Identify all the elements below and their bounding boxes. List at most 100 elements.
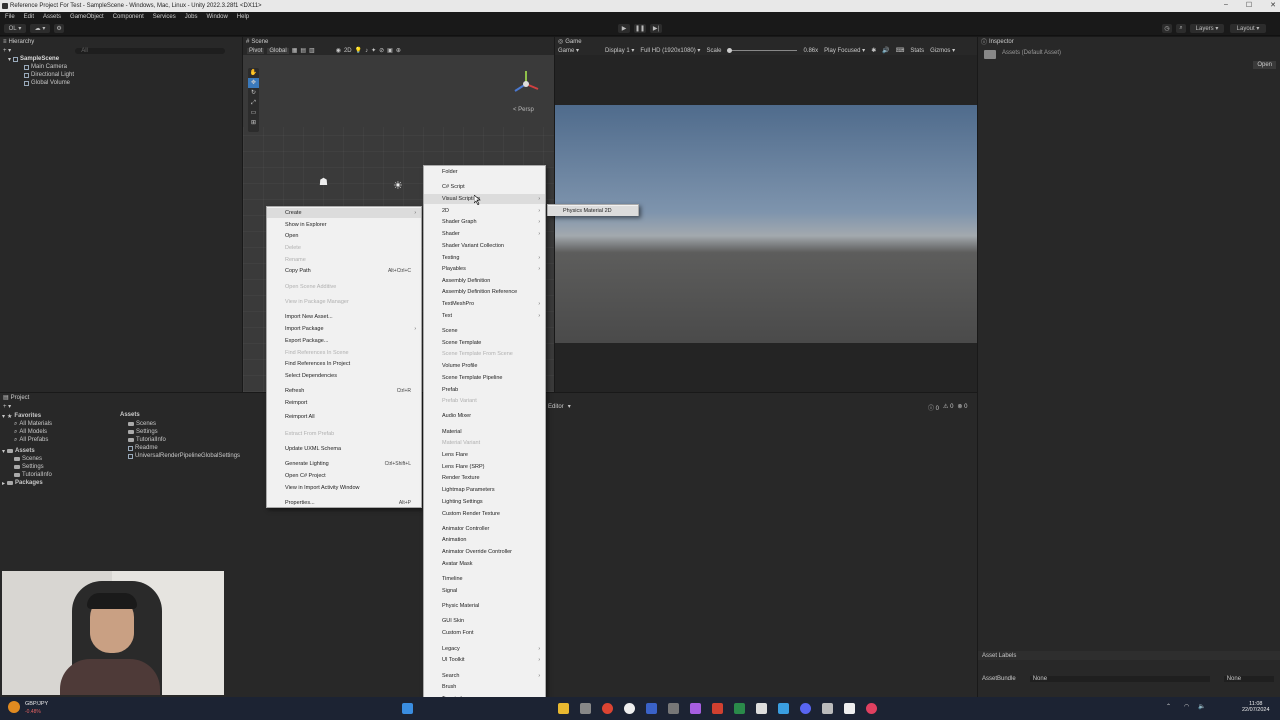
asset-list-item[interactable]: UniversalRenderPipelineGlobalSettings: [128, 452, 265, 460]
resolution-dropdown[interactable]: Full HD (1920x1080) ▾: [640, 47, 700, 54]
asset-labels-header[interactable]: Asset Labels: [978, 651, 1280, 660]
menu-item-open-c-project[interactable]: Open C# Project: [267, 471, 421, 481]
discord-icon[interactable]: [800, 703, 811, 714]
menu-item-text[interactable]: Text ›: [424, 311, 545, 321]
wifi-icon[interactable]: ◠: [1184, 703, 1189, 710]
menu-item-custom-font[interactable]: Custom Font: [424, 628, 545, 638]
packages-root[interactable]: ▸ Packages: [2, 479, 118, 487]
gizmos-dropdown[interactable]: Gizmos ▾: [930, 47, 955, 54]
menu-item-lens-flare-srp[interactable]: Lens Flare (SRP): [424, 462, 545, 472]
menu-item-2d[interactable]: 2D ›: [424, 206, 545, 216]
gizmos-icon[interactable]: ⊕: [396, 47, 401, 54]
menu-edit[interactable]: Edit: [24, 14, 34, 20]
light-gizmo-icon[interactable]: ☀: [393, 179, 403, 192]
asset-list-item[interactable]: TutorialInfo: [128, 436, 265, 444]
menu-item-reimport-all[interactable]: Reimport All: [267, 412, 421, 422]
app-icon[interactable]: [646, 703, 657, 714]
layout-dropdown[interactable]: Layout ▾: [1230, 24, 1266, 33]
menu-component[interactable]: Component: [113, 14, 144, 20]
github-icon[interactable]: [624, 703, 635, 714]
asset-bundle-dropdown[interactable]: None: [1029, 675, 1210, 682]
favorite-item[interactable]: ⌕ All Models: [14, 428, 118, 436]
scale-tool-icon[interactable]: ⤢: [248, 98, 259, 108]
tab-hierarchy[interactable]: ≡ Hierarchy: [0, 37, 242, 46]
favorites-header[interactable]: ▾ ★ Favorites: [2, 412, 118, 420]
app-icon[interactable]: [580, 703, 591, 714]
camera-icon[interactable]: ▣: [387, 47, 393, 54]
settings-icon[interactable]: ⚙: [54, 24, 64, 33]
info-count[interactable]: ⓘ 0: [928, 403, 939, 412]
start-icon[interactable]: [402, 703, 413, 714]
ticker-label[interactable]: GBP/JPY: [25, 701, 48, 707]
menu-item-scene-template[interactable]: Scene Template: [424, 338, 545, 348]
menu-item-scene-template-pipeline[interactable]: Scene Template Pipeline: [424, 373, 545, 383]
menu-jobs[interactable]: Jobs: [185, 14, 198, 20]
console-editor-dropdown[interactable]: Editor ▾: [548, 403, 571, 411]
menu-item-render-texture[interactable]: Render Texture: [424, 473, 545, 483]
menu-item-timeline[interactable]: Timeline: [424, 574, 545, 584]
menu-item-textmeshpro[interactable]: TextMeshPro ›: [424, 299, 545, 309]
clock[interactable]: 11:08 22/07/2024: [1242, 701, 1270, 713]
pivot-dropdown[interactable]: Pivot: [247, 47, 265, 54]
app-icon[interactable]: [690, 703, 701, 714]
app-icon[interactable]: [712, 703, 723, 714]
persp-label[interactable]: < Persp: [513, 107, 534, 113]
hierarchy-item[interactable]: Directional Light: [24, 71, 242, 79]
menu-item-prefab[interactable]: Prefab: [424, 385, 545, 395]
hidden-objects-icon[interactable]: ⊘: [379, 47, 384, 54]
asset-bundle-variant-dropdown[interactable]: None: [1223, 675, 1274, 682]
menu-item-export-package[interactable]: Export Package...: [267, 336, 421, 346]
scene-root[interactable]: ▾ SampleScene: [8, 55, 242, 63]
weather-icon[interactable]: [8, 701, 20, 713]
error-count[interactable]: ⊗ 0: [957, 403, 967, 412]
menu-item-physic-material[interactable]: Physic Material: [424, 601, 545, 611]
menu-assets[interactable]: Assets: [43, 14, 61, 20]
tray-chevron-icon[interactable]: ⌃: [1166, 703, 1171, 710]
favorite-item[interactable]: ⌕ All Materials: [14, 420, 118, 428]
tab-game[interactable]: ◎ Game: [555, 37, 977, 46]
menu-item-assembly-definition-reference[interactable]: Assembly Definition Reference: [424, 287, 545, 297]
move-tool-icon[interactable]: ✥: [248, 78, 259, 88]
close-button[interactable]: ✕: [1270, 1, 1276, 9]
menu-item-assembly-definition[interactable]: Assembly Definition: [424, 276, 545, 286]
tab-project[interactable]: ▤ Project: [0, 393, 120, 402]
history-icon[interactable]: ◷: [1162, 24, 1172, 33]
step-button[interactable]: ▶|: [650, 24, 662, 33]
hand-tool-icon[interactable]: ✋: [248, 68, 259, 78]
rect-tool-icon[interactable]: ▭: [248, 108, 259, 118]
mute-audio-icon[interactable]: 🔊: [882, 47, 889, 54]
menu-item-shader[interactable]: Shader ›: [424, 229, 545, 239]
asset-tree-item[interactable]: Settings: [14, 463, 118, 471]
shortcut-icon[interactable]: ⌨: [896, 47, 905, 54]
game-render-view[interactable]: [555, 105, 977, 343]
search-icon[interactable]: ⌕: [1176, 24, 1186, 33]
menu-item-search[interactable]: Search ›: [424, 671, 545, 681]
menu-services[interactable]: Services: [153, 14, 176, 20]
menu-item-generate-lighting[interactable]: Generate Lighting Ctrl+Shift+L: [267, 459, 421, 469]
menu-item-material[interactable]: Material: [424, 427, 545, 437]
menu-help[interactable]: Help: [237, 14, 249, 20]
lighting-icon[interactable]: 💡: [355, 47, 362, 54]
pause-button[interactable]: ❚❚: [634, 24, 646, 33]
menu-item-audio-mixer[interactable]: Audio Mixer: [424, 411, 545, 421]
hierarchy-item[interactable]: Global Volume: [24, 79, 242, 87]
cloud-icon[interactable]: ☁ ▾: [30, 24, 50, 33]
audio-icon[interactable]: ♪: [365, 48, 368, 54]
menu-item-lightmap-parameters[interactable]: Lightmap Parameters: [424, 485, 545, 495]
menu-item-volume-profile[interactable]: Volume Profile: [424, 361, 545, 371]
camera-gizmo-icon[interactable]: ☗: [319, 177, 328, 188]
tab-scene[interactable]: # Scene: [243, 37, 554, 46]
menu-item-visual-scripting[interactable]: Visual Scripting ›: [424, 194, 545, 204]
play-focused-dropdown[interactable]: Play Focused ▾: [824, 47, 865, 54]
menu-item-scene[interactable]: Scene: [424, 326, 545, 336]
menu-item-shader-variant-collection[interactable]: Shader Variant Collection: [424, 241, 545, 251]
menu-item-create[interactable]: Create ›: [267, 208, 421, 218]
menu-item-gui-skin[interactable]: GUI Skin: [424, 616, 545, 626]
menu-item-select-dependencies[interactable]: Select Dependencies: [267, 371, 421, 381]
frame-debugger-icon[interactable]: ✱: [871, 47, 876, 54]
orientation-gizmo[interactable]: [511, 69, 541, 99]
game-mode-dropdown[interactable]: Game ▾: [558, 47, 579, 54]
account-button[interactable]: OL ▾: [4, 24, 26, 33]
asset-tree-item[interactable]: Scenes: [14, 455, 118, 463]
menu-item-c-script[interactable]: C# Script: [424, 182, 545, 192]
